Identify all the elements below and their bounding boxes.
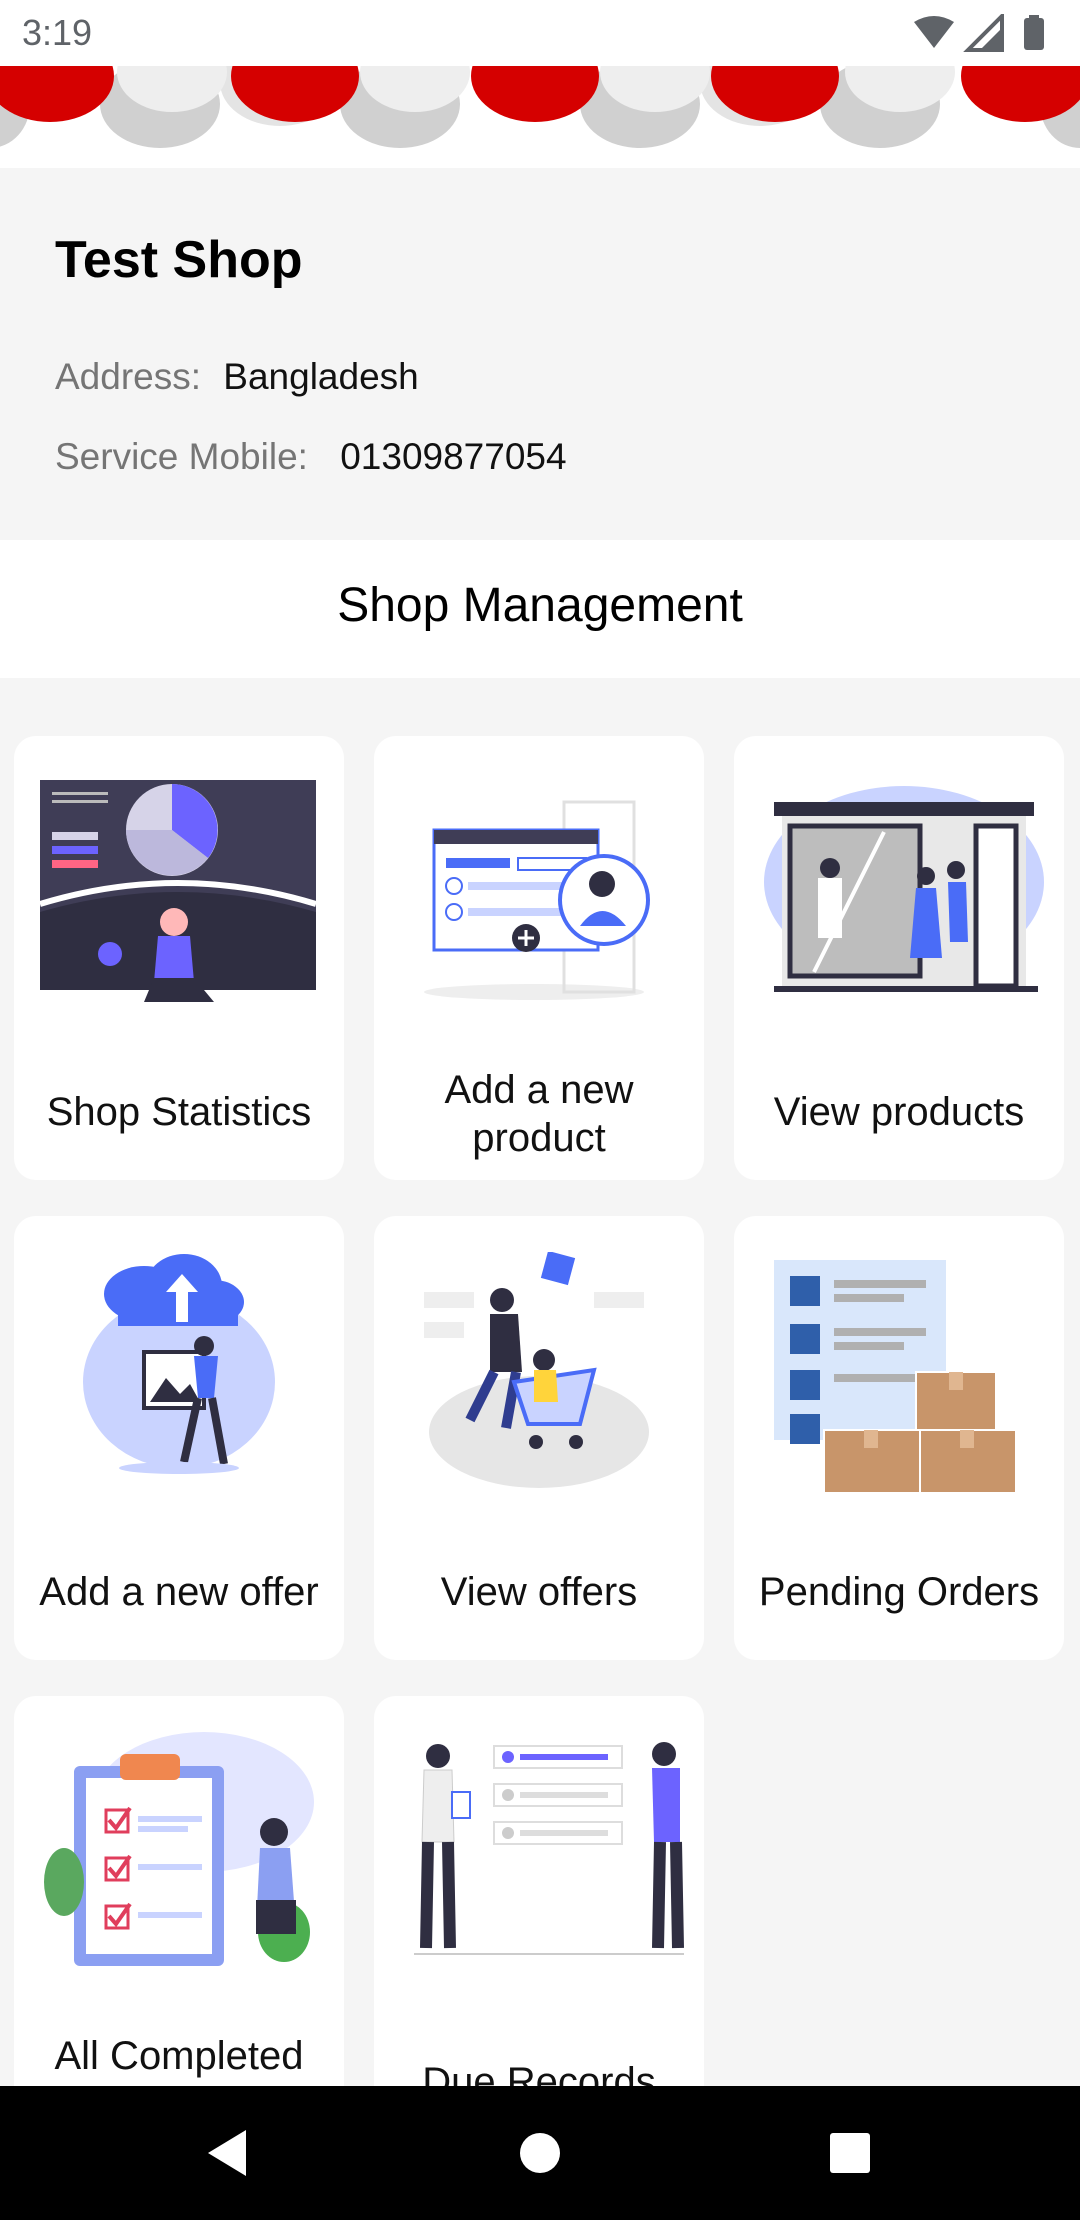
management-grid: Shop Statistics Add a new product View p… bbox=[0, 678, 1080, 2086]
card-label: View offers bbox=[440, 1570, 638, 1614]
status-time: 3:19 bbox=[22, 12, 93, 53]
add-offer-illustration-icon bbox=[83, 1254, 275, 1474]
pending-orders-illustration-icon bbox=[774, 1260, 1017, 1492]
card-label: Shop Statistics bbox=[46, 1090, 312, 1134]
address-row: Address: Bangladesh bbox=[55, 356, 419, 398]
due-records-card[interactable]: Due Records bbox=[374, 1696, 704, 2086]
card-label: View products bbox=[773, 1090, 1025, 1134]
shop-name: Test Shop bbox=[55, 231, 303, 289]
shop-management-header: Shop Management bbox=[0, 540, 1080, 678]
wifi-icon bbox=[914, 16, 954, 48]
pending-orders-card[interactable]: Pending Orders bbox=[734, 1216, 1064, 1660]
navigation-bar bbox=[0, 2086, 1080, 2220]
back-icon[interactable] bbox=[190, 2116, 264, 2190]
shop-awning-banner bbox=[0, 66, 1080, 168]
completed-orders-card[interactable]: All Completed Orders bbox=[14, 1696, 344, 2086]
recents-icon[interactable] bbox=[813, 2116, 887, 2190]
view-products-card[interactable]: View products bbox=[734, 736, 1064, 1180]
shop-statistics-card[interactable]: Shop Statistics bbox=[14, 736, 344, 1180]
card-label: All Completed Orders bbox=[54, 2034, 304, 2086]
card-label: Add a new product bbox=[444, 1068, 634, 1160]
card-label: Add a new offer bbox=[39, 1570, 319, 1614]
mobile-value: 01309877054 bbox=[340, 436, 567, 477]
section-title: Shop Management bbox=[337, 579, 743, 632]
add-product-card[interactable]: Add a new product bbox=[374, 736, 704, 1180]
home-icon[interactable] bbox=[503, 2116, 577, 2190]
view-offers-illustration-icon bbox=[424, 1252, 649, 1488]
shop-info-section: Test Shop Address: Bangladesh Service Mo… bbox=[0, 168, 1080, 540]
add-offer-card[interactable]: Add a new offer bbox=[14, 1216, 344, 1660]
add-product-illustration-icon bbox=[424, 800, 650, 1000]
mobile-row: Service Mobile: 01309877054 bbox=[55, 436, 567, 478]
card-label: Due Records bbox=[422, 2060, 656, 2086]
status-icons bbox=[914, 14, 1044, 52]
address-label: Address: bbox=[55, 356, 202, 397]
status-bar: 3:19 bbox=[0, 0, 1080, 66]
statistics-illustration-icon bbox=[39, 780, 317, 1002]
mobile-label: Service Mobile: bbox=[55, 436, 308, 477]
address-value: Bangladesh bbox=[223, 356, 419, 397]
view-offers-card[interactable]: View offers bbox=[374, 1216, 704, 1660]
due-records-illustration-icon bbox=[414, 1742, 684, 1955]
completed-orders-illustration-icon bbox=[44, 1732, 314, 1966]
battery-icon bbox=[1024, 18, 1044, 50]
view-products-illustration-icon bbox=[764, 786, 1044, 992]
card-label: Pending Orders bbox=[758, 1570, 1040, 1614]
